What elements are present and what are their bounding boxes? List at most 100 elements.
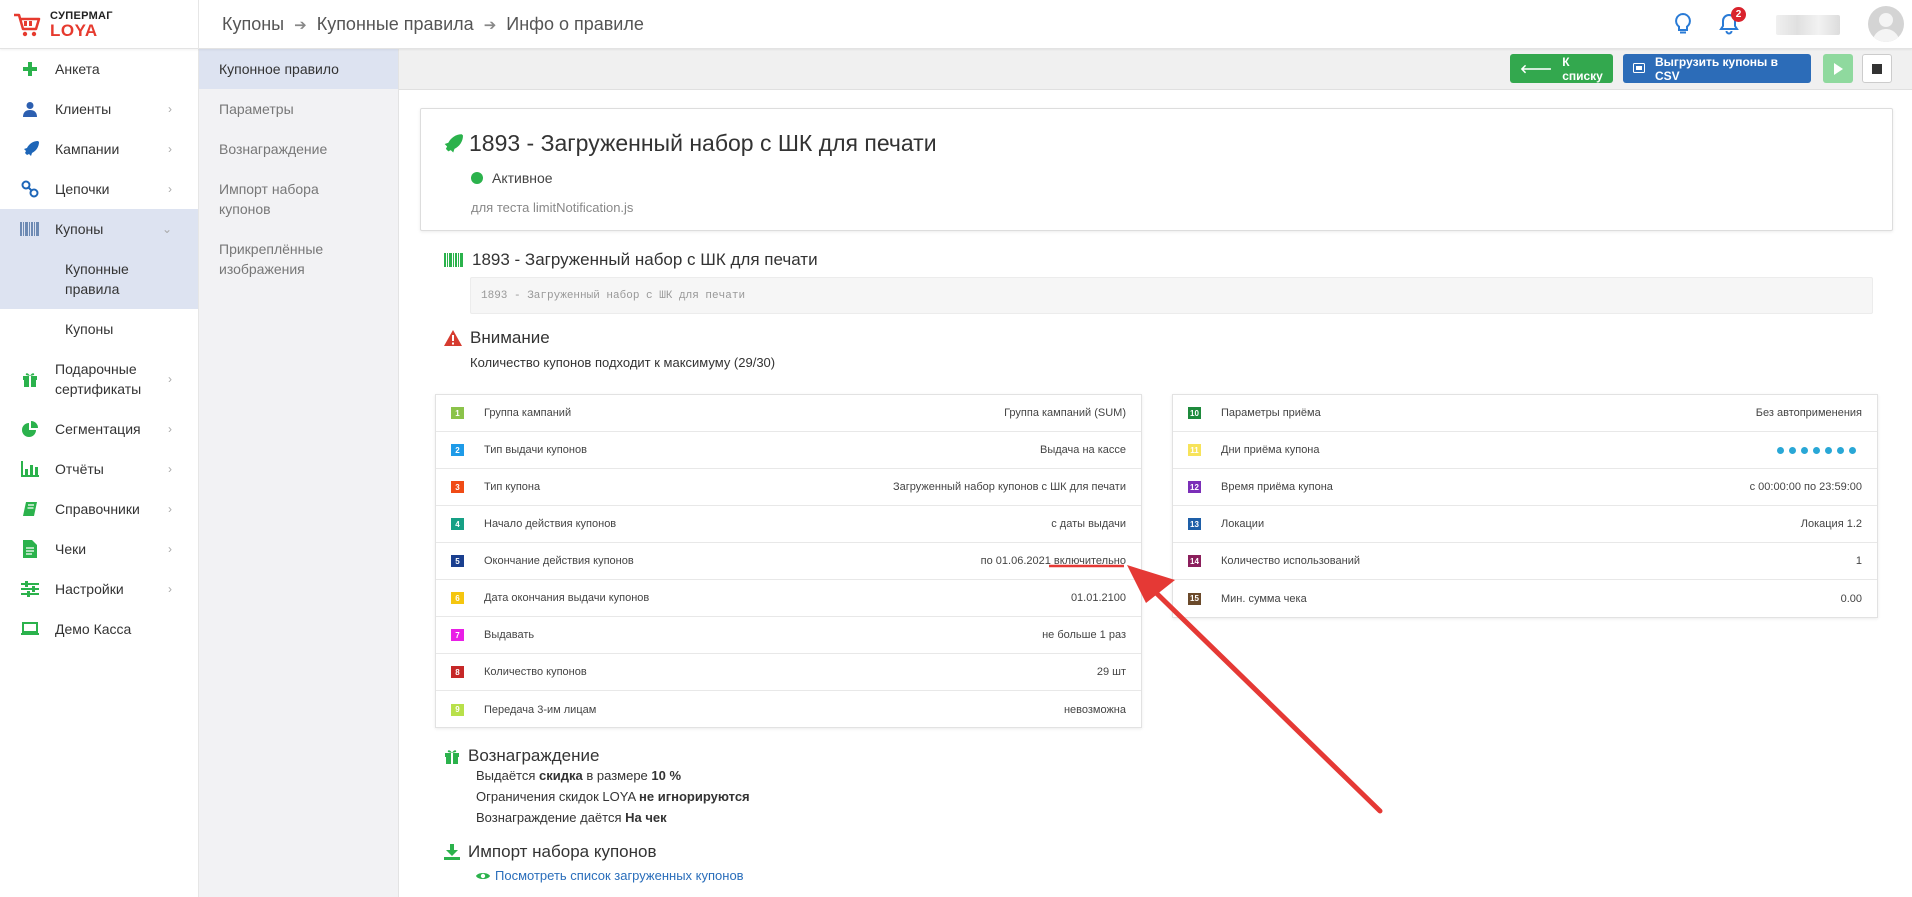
sidebar-item-directories[interactable]: Справочники › bbox=[0, 489, 198, 529]
chevron-right-icon: › bbox=[168, 372, 172, 386]
back-button-label: К списку bbox=[1562, 54, 1603, 83]
chevron-right-icon: › bbox=[168, 182, 172, 196]
day-dot-icon bbox=[1825, 446, 1832, 454]
breadcrumb-rule-info: Инфо о правиле bbox=[506, 14, 644, 34]
param-label: Тип купона bbox=[484, 481, 541, 493]
subnav-reward[interactable]: Вознаграждение bbox=[199, 129, 398, 169]
bell-icon[interactable]: 2 bbox=[1716, 7, 1746, 37]
reward-text: Выдаётся bbox=[476, 768, 540, 783]
sidebar-item-label: Справочники bbox=[55, 501, 140, 517]
book-icon bbox=[20, 499, 40, 519]
subnav-parameters[interactable]: Параметры bbox=[199, 89, 398, 129]
param-label: Количество купонов bbox=[484, 666, 587, 678]
sidebar-item-settings[interactable]: Настройки › bbox=[0, 569, 198, 609]
param-row: 15 Мин. сумма чека 0.00 bbox=[1173, 580, 1877, 617]
day-dot-icon bbox=[1789, 446, 1796, 454]
rocket-icon bbox=[20, 139, 40, 159]
subnav-coupon-rule[interactable]: Купонное правило bbox=[199, 49, 398, 89]
breadcrumb-arrow-icon: ➔ bbox=[483, 16, 497, 34]
subnav-import-label: Импорт набора купонов bbox=[219, 181, 319, 217]
sidebar-item-label: Настройки bbox=[55, 581, 124, 597]
sidebar-subitem-coupons[interactable]: Купоны bbox=[0, 309, 198, 349]
param-row: 12 Время приёма купона с 00:00:00 по 23:59… bbox=[1173, 469, 1877, 506]
rule-status: Активное bbox=[471, 170, 553, 186]
breadcrumb-coupon-rules[interactable]: Купонные правила bbox=[317, 14, 474, 35]
sidebar-item-label: Кампании bbox=[55, 141, 120, 157]
reward-line-limits: Ограничения скидок LOYA не игнорируются bbox=[476, 789, 750, 804]
sidebar-item-label: Анкета bbox=[55, 61, 100, 77]
params-table-right: 10 Параметры приёма Без автоприменения 11 Дн… bbox=[1172, 394, 1878, 618]
barcode-icon bbox=[20, 219, 40, 239]
user-name-blurred[interactable] bbox=[1776, 15, 1840, 35]
chevron-right-icon: › bbox=[168, 502, 172, 516]
sidebar-subitem-coupon-rules[interactable]: Купонные правила bbox=[0, 249, 198, 309]
sidebar-item-gift-certificates[interactable]: Подарочные сертификаты › bbox=[0, 349, 198, 409]
sidebar-item-receipts[interactable]: Чеки › bbox=[0, 529, 198, 569]
reward-bold: не игнорируются bbox=[639, 789, 750, 804]
play-button[interactable] bbox=[1823, 54, 1853, 83]
laptop-icon bbox=[20, 619, 40, 639]
reward-text: в размере bbox=[582, 768, 652, 783]
reward-line-target: Вознаграждение даётся На чек bbox=[476, 810, 667, 825]
param-row: 1 Группа кампаний Группа кампаний (SUM) bbox=[436, 395, 1141, 432]
param-label: Дни приёма купона bbox=[1221, 444, 1320, 456]
sliders-icon bbox=[20, 579, 40, 599]
param-label: Время приёма купона bbox=[1221, 481, 1333, 493]
logo[interactable]: СУПЕРМАГ LOYA bbox=[0, 0, 199, 49]
sidebar-item-clients[interactable]: Клиенты › bbox=[0, 89, 198, 129]
param-label: Выдавать bbox=[484, 629, 535, 641]
sidebar-item-chains[interactable]: Цепочки › bbox=[0, 169, 198, 209]
param-label: Тип выдачи купонов bbox=[484, 444, 587, 456]
back-to-list-button[interactable]: 🡐 К списку bbox=[1510, 54, 1613, 83]
export-icon bbox=[1633, 62, 1645, 76]
chevron-right-icon: › bbox=[168, 542, 172, 556]
plus-icon bbox=[20, 59, 40, 79]
param-row: 10 Параметры приёма Без автоприменения bbox=[1173, 395, 1877, 432]
param-label: Начало действия купонов bbox=[484, 518, 617, 530]
param-number-badge: 15 bbox=[1188, 592, 1201, 605]
param-row: 4 Начало действия купонов с даты выдачи bbox=[436, 506, 1141, 543]
subnav-import[interactable]: Импорт набора купонов bbox=[199, 169, 398, 229]
param-value: с даты выдачи bbox=[1051, 518, 1126, 530]
user-icon bbox=[20, 99, 40, 119]
param-number-badge: 6 bbox=[451, 592, 464, 604]
stop-button[interactable] bbox=[1862, 54, 1892, 83]
sidebar-item-coupons[interactable]: Купоны ⌄ bbox=[0, 209, 198, 249]
sidebar-item-campaigns[interactable]: Кампании › bbox=[0, 129, 198, 169]
week-days-indicator bbox=[1777, 446, 1856, 454]
subnav-images-label: Прикреплённые изображения bbox=[219, 241, 324, 277]
param-number-badge: 5 bbox=[451, 555, 464, 567]
export-button-label: Выгрузить купоны в CSV bbox=[1655, 54, 1778, 83]
status-label: Активное bbox=[492, 170, 553, 186]
chevron-right-icon: › bbox=[168, 102, 172, 116]
param-row: 2 Тип выдачи купонов Выдача на кассе bbox=[436, 432, 1141, 469]
chevron-right-icon: › bbox=[168, 422, 172, 436]
view-loaded-coupons-link[interactable]: Посмотреть список загруженных купонов bbox=[476, 868, 744, 883]
cart-logo-icon bbox=[14, 13, 41, 36]
avatar[interactable] bbox=[1868, 6, 1904, 42]
reward-bold: На чек bbox=[625, 810, 667, 825]
sidebar-item-form[interactable]: Анкета bbox=[0, 49, 198, 89]
subnav-attached-images[interactable]: Прикреплённые изображения bbox=[199, 229, 398, 289]
warning-text: Количество купонов подходит к максимуму … bbox=[470, 355, 776, 370]
lightbulb-icon[interactable] bbox=[1670, 11, 1696, 37]
param-row: 11 Дни приёма купона bbox=[1173, 432, 1877, 469]
breadcrumb-coupons[interactable]: Купоны bbox=[222, 14, 284, 35]
param-number-badge: 11 bbox=[1188, 444, 1201, 456]
eye-icon bbox=[476, 872, 490, 879]
day-dot-icon bbox=[1801, 446, 1808, 454]
top-header: СУПЕРМАГ LOYA Купоны ➔ Купонные правила … bbox=[0, 0, 1912, 49]
param-label: Окончание действия купонов bbox=[484, 555, 634, 567]
param-value: Локация 1.2 bbox=[1800, 518, 1862, 530]
sidebar-item-demo-pos[interactable]: Демо Касса bbox=[0, 609, 198, 649]
warning-icon bbox=[444, 330, 462, 346]
export-csv-button[interactable]: Выгрузить купоны в CSV bbox=[1623, 54, 1811, 83]
chevron-down-icon: ⌄ bbox=[161, 222, 172, 236]
rocket-icon bbox=[444, 134, 463, 153]
param-row: 6 Дата окончания выдачи купонов 01.01.2100 bbox=[436, 580, 1141, 617]
rule-card: 1893 - Загруженный набор с ШК для печати… bbox=[420, 108, 1893, 231]
param-value: не больше 1 раз bbox=[1042, 629, 1126, 641]
sidebar-item-segmentation[interactable]: Сегментация › bbox=[0, 409, 198, 449]
coupon-code-box: 1893 - Загруженный набор с ШК для печати bbox=[470, 277, 1873, 314]
sidebar-item-reports[interactable]: Отчёты › bbox=[0, 449, 198, 489]
